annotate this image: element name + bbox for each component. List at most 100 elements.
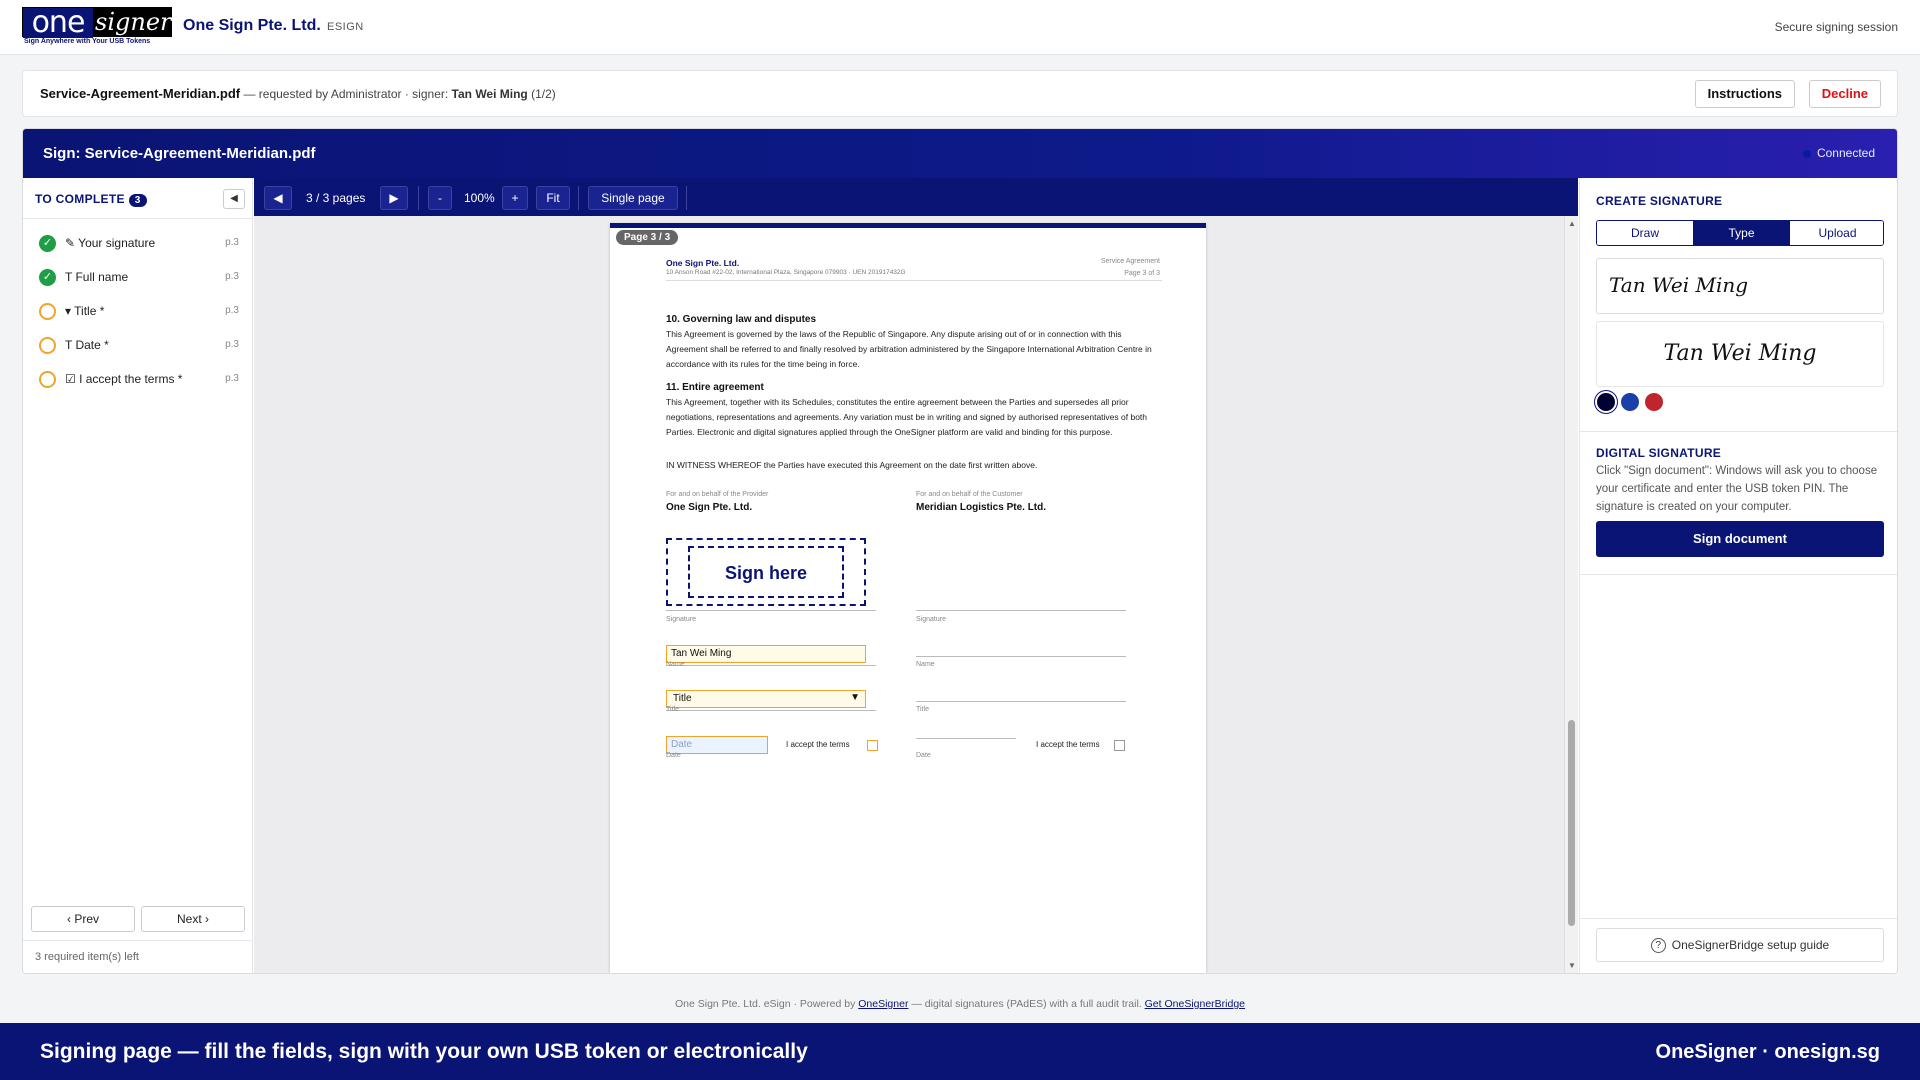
- prev-page-button[interactable]: ◀: [264, 186, 292, 210]
- typed-signature-input[interactable]: Tan Wei Ming: [1596, 258, 1884, 314]
- single-page-button[interactable]: Single page: [588, 186, 678, 210]
- customer-caption: For and on behalf of the Customer: [916, 491, 1023, 498]
- request-info: — requested by Administrator · signer:: [240, 87, 452, 101]
- signature-line: [666, 610, 876, 611]
- tab-type[interactable]: Type: [1693, 221, 1789, 245]
- get-bridge-link[interactable]: Get OneSignerBridge: [1145, 998, 1245, 1010]
- checklist-item-page: p.3: [225, 237, 239, 248]
- checklist-item-page: p.3: [225, 271, 239, 282]
- accept-terms-label: I accept the terms: [786, 740, 850, 749]
- customer-title-caption: Title: [916, 706, 929, 713]
- onesigner-logo: one signer Sign Anywhere with Your USB T…: [22, 7, 172, 48]
- divider: [1580, 431, 1897, 432]
- setup-guide-button[interactable]: ? OneSignerBridge setup guide: [1596, 928, 1884, 962]
- document-info-bar: Service-Agreement-Meridian.pdf — request…: [22, 70, 1898, 117]
- color-swatch-blue[interactable]: [1621, 393, 1639, 411]
- digital-signature-heading: DIGITAL SIGNATURE: [1596, 446, 1722, 460]
- name-caption: Name: [666, 661, 685, 668]
- tab-draw[interactable]: Draw: [1597, 221, 1693, 245]
- checklist-item-page: p.3: [225, 373, 239, 384]
- document-viewer: ◀ 3 / 3 pages ▶ - 100% + Fit Single page…: [254, 178, 1578, 973]
- customer-signature-line: [916, 610, 1126, 611]
- sign-document-button[interactable]: Sign document: [1596, 521, 1884, 557]
- checklist-item-date[interactable]: T Date * p.3: [23, 328, 253, 362]
- customer-title-line: [916, 701, 1126, 702]
- pending-circle-icon: [39, 337, 56, 354]
- witness-clause: IN WITNESS WHEREOF the Parties have exec…: [666, 460, 1038, 470]
- checklist: ✓ ✎ Your signature p.3 ✓ T Full name p.3…: [23, 226, 253, 396]
- checklist-item-signature[interactable]: ✓ ✎ Your signature p.3: [23, 226, 253, 260]
- tab-upload[interactable]: Upload: [1789, 221, 1883, 245]
- fit-button[interactable]: Fit: [536, 186, 570, 210]
- date-field[interactable]: Date: [666, 736, 768, 754]
- banner-brand: OneSigner · onesign.sg: [1655, 1041, 1880, 1063]
- zoom-in-button[interactable]: +: [502, 186, 528, 210]
- next-page-button[interactable]: ▶: [380, 186, 408, 210]
- pending-circle-icon: [39, 303, 56, 320]
- scroll-down-icon[interactable]: ▼: [1568, 961, 1576, 970]
- decline-button[interactable]: Decline: [1808, 80, 1881, 108]
- document-filename: Service-Agreement-Meridian.pdf: [40, 86, 241, 101]
- checklist-item-title[interactable]: ▾ Title * p.3: [23, 294, 253, 328]
- scroll-up-icon[interactable]: ▲: [1568, 219, 1576, 228]
- accept-terms-checkbox[interactable]: [867, 740, 878, 751]
- customer-signature-caption: Signature: [916, 616, 946, 623]
- logo-box: one signer: [22, 7, 172, 38]
- status-dot-icon: [1802, 149, 1811, 158]
- section-11-heading: 11. Entire agreement: [666, 382, 764, 393]
- color-swatch-red[interactable]: [1645, 393, 1663, 411]
- sign-here-field[interactable]: Sign here: [666, 538, 866, 606]
- setup-guide-label: OneSignerBridge setup guide: [1671, 938, 1830, 952]
- top-header: one signer Sign Anywhere with Your USB T…: [0, 0, 1920, 55]
- digital-signature-description: Click "Sign document": Windows will ask …: [1596, 465, 1878, 513]
- logo-signer-text: signer: [95, 8, 172, 36]
- doc-type: Service Agreement: [1100, 258, 1160, 265]
- collapse-panel-button[interactable]: ◀: [223, 189, 245, 209]
- divider: [23, 940, 253, 941]
- signature-mode-tabs: Draw Type Upload: [1596, 220, 1884, 246]
- customer-name: Meridian Logistics Pte. Ltd.: [916, 502, 1047, 513]
- doc-page-number: Page 3 of 3: [1124, 270, 1160, 277]
- name-field[interactable]: Tan Wei Ming: [666, 645, 866, 663]
- customer-name-caption: Name: [916, 661, 935, 668]
- divider: [1580, 574, 1897, 575]
- connection-status-label: Connected: [1816, 146, 1875, 160]
- logo-one-text: one: [23, 8, 93, 38]
- toolbar-divider: [578, 186, 579, 210]
- zoom-out-button[interactable]: -: [428, 186, 452, 210]
- customer-date-line: [916, 738, 1016, 739]
- sign-here-label: Sign here: [688, 546, 844, 598]
- company-name: One Sign Pte. Ltd.: [183, 17, 321, 34]
- viewer-scrollbar[interactable]: ▲ ▼: [1564, 216, 1578, 973]
- sign-panel-title: Sign: Service-Agreement-Meridian.pdf: [43, 145, 316, 162]
- section-10-heading: 10. Governing law and disputes: [666, 314, 817, 325]
- title-select[interactable]: Title ▼: [666, 690, 866, 708]
- customer-date-caption: Date: [916, 752, 931, 759]
- create-signature-heading: CREATE SIGNATURE: [1596, 194, 1723, 208]
- scrollbar-thumb[interactable]: [1568, 720, 1575, 926]
- customer-accept-terms-label: I accept the terms: [1036, 740, 1100, 749]
- zoom-level: 100%: [464, 191, 495, 205]
- toolbar-divider: [418, 186, 419, 210]
- document-line: Service-Agreement-Meridian.pdf — request…: [40, 86, 556, 101]
- doc-header-rule: [666, 280, 1162, 281]
- bottom-banner: Signing page — fill the fields, sign wit…: [0, 1023, 1920, 1080]
- checklist-item-label: ☑ I accept the terms *: [65, 372, 183, 386]
- checklist-item-full-name[interactable]: ✓ T Full name p.3: [23, 260, 253, 294]
- to-complete-title: TO COMPLETE: [35, 192, 125, 206]
- prev-field-button[interactable]: ‹ Prev: [31, 906, 135, 932]
- pending-circle-icon: [39, 371, 56, 388]
- product-label: ESIGN: [327, 21, 364, 33]
- color-swatch-black[interactable]: [1597, 393, 1615, 411]
- instructions-button[interactable]: Instructions: [1694, 80, 1795, 108]
- help-icon: ?: [1650, 938, 1666, 954]
- customer-accept-terms-checkbox: [1114, 740, 1125, 751]
- onesigner-link[interactable]: OneSigner: [858, 998, 908, 1010]
- viewer-toolbar: ◀ 3 / 3 pages ▶ - 100% + Fit Single page: [254, 178, 1578, 216]
- checklist-item-accept-terms[interactable]: ☑ I accept the terms * p.3: [23, 362, 253, 396]
- date-caption: Date: [666, 752, 681, 759]
- next-field-button[interactable]: Next ›: [141, 906, 245, 932]
- title-caption: Title: [666, 706, 679, 713]
- section-11-body: This Agreement, together with its Schedu…: [666, 397, 1148, 437]
- checklist-item-label: ▾ Title *: [65, 304, 105, 318]
